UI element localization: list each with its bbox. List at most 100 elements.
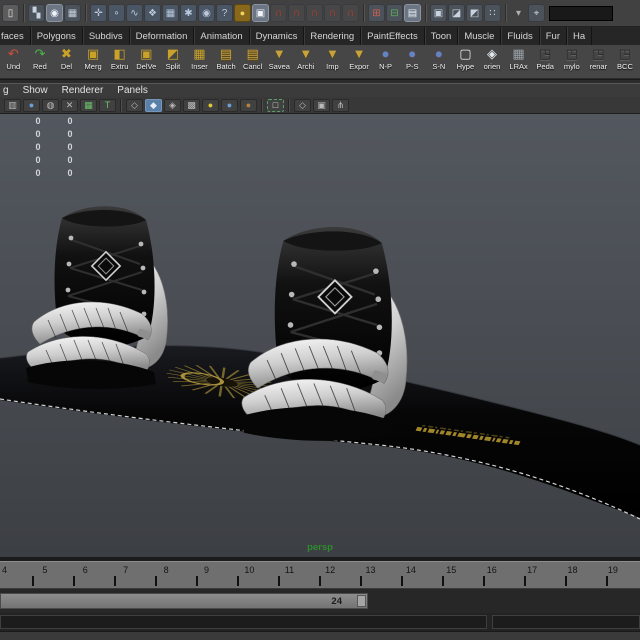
snap-curve-icon[interactable]: ∩ <box>288 4 305 22</box>
snap-plane-icon[interactable]: ∩ <box>324 4 341 22</box>
shaded-icon[interactable]: ◆ <box>145 98 162 112</box>
shelf-button-import[interactable]: ▼ Imp <box>319 45 346 71</box>
tab-dynamics[interactable]: Dynamics <box>250 27 305 45</box>
menu-lighting[interactable]: g <box>3 85 9 96</box>
highlight-mode-icon[interactable]: ▣ <box>252 4 269 22</box>
tab-polygons[interactable]: Polygons <box>31 27 83 45</box>
shelf-button-split[interactable]: ◩ Split <box>160 45 187 71</box>
render-frame-icon[interactable]: ◪ <box>448 4 465 22</box>
render-settings-icon[interactable]: ∷ <box>484 4 501 22</box>
time-slider[interactable]: 4 5 6 7 8 9 10 11 12 13 14 15 16 17 18 1… <box>0 561 640 589</box>
tab-surfaces[interactable]: faces <box>0 27 31 45</box>
shelf-button-lra[interactable]: ▦ LRAx <box>505 45 532 71</box>
playback-range-bar[interactable]: 24 <box>0 593 368 609</box>
shelf-button-delete[interactable]: ✖ Del <box>53 45 80 71</box>
snap-live-icon[interactable]: ∩ <box>342 4 359 22</box>
safe-action-icon[interactable]: ▦ <box>80 98 97 112</box>
field-chart-icon[interactable]: ✕ <box>61 98 78 112</box>
lock-icon[interactable]: ● <box>234 4 251 22</box>
shadows-icon[interactable]: ● <box>240 98 257 112</box>
graph-connections-icon[interactable]: ⋔ <box>332 98 349 112</box>
mask-misc-icon[interactable]: ? <box>216 4 233 22</box>
mask-curves-icon[interactable]: ∿ <box>126 4 143 22</box>
frame-selection-icon[interactable]: ▣ <box>313 98 330 112</box>
tab-fur[interactable]: Fur <box>540 27 567 45</box>
command-line-result[interactable] <box>492 615 640 629</box>
shelf-button-redo[interactable]: ↷ Red <box>27 45 54 71</box>
shelf-button-pedal[interactable]: ◳ Peda <box>532 45 559 71</box>
default-light-icon[interactable]: ● <box>202 98 219 112</box>
tab-deformation[interactable]: Deformation <box>130 27 195 45</box>
tab-painteffects[interactable]: PaintEffects <box>361 27 425 45</box>
command-line-input[interactable] <box>0 615 487 629</box>
render-view-icon[interactable]: ▣ <box>430 4 447 22</box>
separator[interactable] <box>422 2 429 24</box>
shelf-button-archive[interactable]: ▼ Archi <box>293 45 320 71</box>
output-connections-icon[interactable]: ⊟ <box>386 4 403 22</box>
menu-show[interactable]: Show <box>23 85 48 96</box>
shelf-button-hypershade[interactable]: ▢ Hype <box>452 45 479 71</box>
shelf-button-mylo[interactable]: ◳ mylo <box>558 45 585 71</box>
shelf-button-sn[interactable]: ● S-N <box>426 45 453 71</box>
all-lights-icon[interactable]: ● <box>221 98 238 112</box>
select-object-icon[interactable]: ◉ <box>46 4 63 22</box>
shelf-button-bcc[interactable]: ◳ BCC <box>612 45 639 71</box>
separator[interactable] <box>360 2 367 24</box>
tab-hair[interactable]: Ha <box>567 27 593 45</box>
mask-handles-icon[interactable]: ∘ <box>108 4 125 22</box>
separator[interactable] <box>20 2 27 24</box>
tab-animation[interactable]: Animation <box>194 27 250 45</box>
snap-grid-icon[interactable]: ∩ <box>270 4 287 22</box>
select-component-icon[interactable]: ▦ <box>64 4 81 22</box>
checker-icon[interactable]: ▩ <box>183 98 200 112</box>
shelf-button-merge[interactable]: ▣ Merg <box>80 45 107 71</box>
shelf-button-undo[interactable]: ↶ Und <box>0 45 27 71</box>
wireframe-icon[interactable]: ◇ <box>126 98 143 112</box>
input-connections-icon[interactable]: ⊞ <box>368 4 385 22</box>
select-cursor-icon[interactable]: □ <box>267 98 284 112</box>
shelf-button-batch[interactable]: ▤ Batch <box>213 45 240 71</box>
shelf-button-ps[interactable]: ● P-S <box>399 45 426 71</box>
shelf-button-rename[interactable]: ◳ renar <box>585 45 612 71</box>
mask-surfaces-icon[interactable]: ❖ <box>144 4 161 22</box>
mask-deformations-icon[interactable]: ▦ <box>162 4 179 22</box>
menu-panels[interactable]: Panels <box>117 85 148 96</box>
shelf-button-savea[interactable]: ▼ Savea <box>266 45 293 71</box>
textured-icon[interactable]: ◈ <box>164 98 181 112</box>
shelf-button-export[interactable]: ▼ Expor <box>346 45 373 71</box>
quick-select-field[interactable] <box>549 5 613 21</box>
shelf-button-cancel[interactable]: ▤ Cancl <box>239 45 266 71</box>
shelf-button-insert[interactable]: ▦ Inser <box>186 45 213 71</box>
mask-rendering-icon[interactable]: ◉ <box>198 4 215 22</box>
tab-toon[interactable]: Toon <box>425 27 459 45</box>
mask-points-icon[interactable]: ✛ <box>90 4 107 22</box>
snap-point-icon[interactable]: ∩ <box>306 4 323 22</box>
safe-title-icon[interactable]: T <box>99 98 116 112</box>
quick-select-icon[interactable]: ⌖ <box>528 4 545 22</box>
file-new-icon[interactable]: ▯ <box>2 4 19 22</box>
tab-rendering[interactable]: Rendering <box>304 27 362 45</box>
history-icon[interactable]: ▤ <box>404 4 421 22</box>
right-boot-binding[interactable] <box>240 225 409 443</box>
shelf-button-extrude[interactable]: ◧ Extru <box>106 45 133 71</box>
shelf-button-np[interactable]: ● N-P <box>372 45 399 71</box>
ipr-render-icon[interactable]: ◩ <box>466 4 483 22</box>
dropdown-chevron-icon[interactable]: ▾ <box>510 4 527 22</box>
separator[interactable] <box>82 2 89 24</box>
shelf-button-delete-vertex[interactable]: ▣ DelVe <box>133 45 160 71</box>
separator[interactable] <box>502 2 509 24</box>
left-boot-binding[interactable] <box>25 205 169 391</box>
tab-fluids[interactable]: Fluids <box>501 27 540 45</box>
tab-subdivs[interactable]: Subdivs <box>83 27 130 45</box>
menu-renderer[interactable]: Renderer <box>62 85 104 96</box>
shelf-button-orient[interactable]: ◈ orien <box>479 45 506 71</box>
resolution-gate-icon[interactable]: ● <box>23 98 40 112</box>
select-hierarchy-icon[interactable]: ▚ <box>28 4 45 22</box>
gate-mask-icon[interactable]: ◍ <box>42 98 59 112</box>
film-gate-icon[interactable]: ▥ <box>4 98 21 112</box>
range-handle[interactable] <box>357 595 366 607</box>
viewport-persp[interactable]: 0 0 0 0 0 0 0 0 0 0 persp <box>0 114 640 557</box>
isolate-select-icon[interactable]: ◇ <box>294 98 311 112</box>
tab-muscle[interactable]: Muscle <box>458 27 502 45</box>
mask-dynamics-icon[interactable]: ✱ <box>180 4 197 22</box>
